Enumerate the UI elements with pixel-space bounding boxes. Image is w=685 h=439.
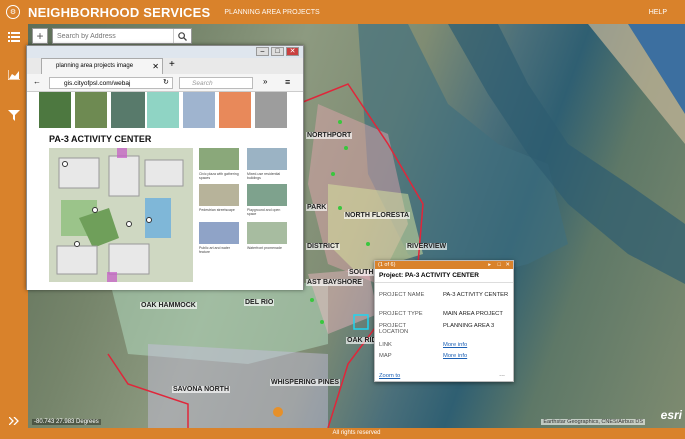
- region-label: SAVONA NORTH: [172, 386, 230, 393]
- region-label: OAK HAMMOCK: [140, 302, 197, 309]
- city-seal-logo: ⚙: [6, 5, 20, 19]
- back-icon[interactable]: ←: [33, 77, 41, 86]
- region-label: NORTH FLORESTA: [344, 212, 411, 219]
- coordinate-readout: -80.743 27.983 Degrees: [32, 419, 101, 425]
- thumb-caption: Civic plaza with gathering spaces: [199, 172, 239, 180]
- maximize-icon[interactable]: □: [498, 261, 501, 269]
- address-bar: ← gis.cityofpsl.com/webaj ↻ Search » ≡: [27, 74, 303, 92]
- browser-tab[interactable]: planning area projects image ✕: [41, 58, 163, 74]
- page-title: PA-3 ACTIVITY CENTER: [49, 134, 152, 144]
- footer: All rights reserved: [28, 428, 685, 439]
- popup-counter: (1 of 6): [378, 262, 396, 268]
- url-text: gis.cityofpsl.com/webaj: [64, 80, 131, 87]
- maximize-window-icon[interactable]: □: [271, 47, 284, 56]
- filter-icon[interactable]: [5, 106, 23, 124]
- minimize-icon[interactable]: –: [256, 47, 269, 56]
- browser-window: – □ ✕ planning area projects image ✕ + ←…: [26, 45, 304, 290]
- thumb-image: [199, 184, 239, 206]
- browser-search-placeholder: Search: [192, 80, 213, 87]
- zoom-in-button[interactable]: +: [32, 28, 48, 44]
- thumb-caption: Mixed-use residential buildings: [247, 172, 281, 180]
- field-label: PROJECT NAME: [379, 292, 425, 298]
- region-label: WHISPERING PINES: [270, 379, 341, 386]
- thumb-caption: Waterfront promenade: [247, 246, 282, 250]
- color-swatch: [183, 92, 215, 128]
- site-plan-image: [49, 148, 193, 282]
- site-plan-drawing: [49, 148, 193, 282]
- region-label: SOUTH: [348, 269, 375, 276]
- zoom-to-link[interactable]: Zoom to: [379, 373, 400, 379]
- map-more-info-link[interactable]: More info: [443, 353, 467, 359]
- color-swatch: [219, 92, 251, 128]
- more-info-link[interactable]: More info: [443, 342, 467, 348]
- reload-icon[interactable]: ↻: [163, 78, 169, 86]
- thumb-image: [199, 148, 239, 170]
- photo-thumb: [111, 92, 145, 128]
- map-attribution: Earthstar Geographics, CNES/Airbus DS: [541, 419, 645, 425]
- field-value: PLANNING AREA 3: [443, 323, 495, 329]
- more-actions-icon[interactable]: ...: [499, 371, 505, 378]
- thumb-image: [199, 222, 239, 244]
- field-value: PA-3 ACTIVITY CENTER: [443, 292, 509, 298]
- thumb-caption: Playground and open space: [247, 208, 281, 216]
- feature-popup: (1 of 6) ▸ □ ✕ Project: PA-3 ACTIVITY CE…: [374, 260, 514, 382]
- thumb-caption: Public art and water feature: [199, 246, 230, 254]
- close-icon[interactable]: ✕: [505, 261, 510, 269]
- field-value: MAIN AREA PROJECT: [443, 311, 503, 317]
- color-swatch: [147, 92, 179, 128]
- field-label: PROJECT LOCATION: [379, 323, 409, 335]
- web-page: PA-3 ACTIVITY CENTER Civic plaza with ga…: [27, 92, 303, 290]
- address-search[interactable]: [52, 28, 192, 44]
- app-subtitle: PLANNING AREA PROJECTS: [224, 8, 320, 16]
- browser-search-field[interactable]: Search: [179, 77, 253, 89]
- thumb-image: [247, 148, 287, 170]
- thumb-caption: Pedestrian streetscape: [199, 208, 235, 212]
- search-input[interactable]: [53, 32, 173, 40]
- region-label: DISTRICT: [306, 243, 341, 250]
- search-icon[interactable]: [173, 29, 191, 43]
- field-label: PROJECT TYPE: [379, 311, 423, 317]
- region-label: RIVERVIEW: [406, 243, 448, 250]
- field-label: MAP: [379, 353, 392, 359]
- field-label: LINK: [379, 342, 392, 348]
- browser-titlebar: – □ ✕: [27, 46, 303, 58]
- tab-close-icon[interactable]: ✕: [152, 59, 159, 74]
- app-header: ⚙ NEIGHBORHOOD SERVICES PLANNING AREA PR…: [0, 0, 685, 24]
- sidebar: [0, 24, 28, 439]
- chart-icon[interactable]: [5, 66, 23, 84]
- region-label: AST BAYSHORE: [306, 279, 363, 286]
- close-window-icon[interactable]: ✕: [286, 47, 299, 56]
- tab-title: planning area projects image: [56, 63, 134, 69]
- photo-thumb: [75, 92, 107, 128]
- thumb-image: [247, 222, 287, 244]
- menu-icon[interactable]: ≡: [285, 77, 290, 87]
- region-label: NORTHPORT: [306, 132, 353, 139]
- overflow-chevron-icon[interactable]: »: [263, 77, 267, 86]
- region-label: DEL RIO: [244, 299, 275, 306]
- thumb-image: [247, 184, 287, 206]
- expand-icon[interactable]: [5, 412, 23, 430]
- region-label: OAK RID: [346, 337, 378, 344]
- popup-header: (1 of 6) ▸ □ ✕: [375, 261, 513, 269]
- popup-title: Project: PA-3 ACTIVITY CENTER: [375, 269, 513, 283]
- url-field[interactable]: gis.cityofpsl.com/webaj: [49, 77, 173, 89]
- region-label: PARK: [306, 204, 328, 211]
- photo-thumb: [39, 92, 71, 128]
- list-icon[interactable]: [5, 28, 23, 46]
- new-tab-icon[interactable]: +: [169, 59, 175, 70]
- esri-logo: esri: [660, 408, 682, 422]
- help-link[interactable]: HELP: [649, 9, 667, 16]
- next-feature-icon[interactable]: ▸: [488, 261, 491, 269]
- color-swatch: [255, 92, 287, 128]
- app-title: NEIGHBORHOOD SERVICES: [28, 4, 211, 20]
